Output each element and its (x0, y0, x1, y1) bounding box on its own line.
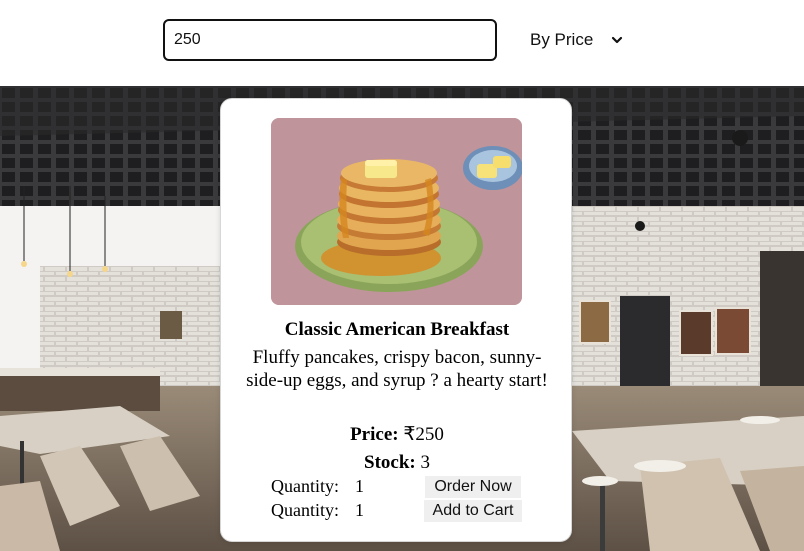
top-bar: 250 By Price (0, 0, 804, 86)
stock-value: 3 (420, 452, 430, 473)
cart-quantity-label: Quantity: (271, 500, 339, 520)
search-input[interactable]: 250 (163, 19, 497, 61)
order-quantity-input[interactable]: 1 (355, 476, 364, 497)
product-title: Classic American Breakfast (284, 319, 510, 340)
product-description: Fluffy pancakes, crispy bacon, sunny-sid… (246, 347, 548, 391)
cart-row: Quantity: 1 Add to Cart (221, 500, 573, 522)
product-card: Classic American Breakfast Fluffy pancak… (220, 98, 572, 542)
cart-quantity-input[interactable]: 1 (355, 500, 364, 521)
price-value: ₹250 (403, 424, 444, 445)
order-row: Quantity: 1 Order Now (221, 476, 573, 498)
dish-photo (271, 118, 522, 305)
add-to-cart-button[interactable]: Add to Cart (424, 500, 522, 522)
chevron-down-icon (611, 36, 623, 44)
product-price: Price: ₹250 (221, 423, 573, 446)
price-label: Price: (350, 424, 399, 445)
order-now-button[interactable]: Order Now (425, 476, 521, 498)
sort-select-value: By Price (530, 30, 594, 49)
order-quantity-label: Quantity: (271, 476, 339, 496)
product-stock: Stock: 3 (221, 452, 573, 474)
sort-select[interactable]: By Price (520, 26, 632, 54)
stock-label: Stock: (364, 452, 416, 473)
